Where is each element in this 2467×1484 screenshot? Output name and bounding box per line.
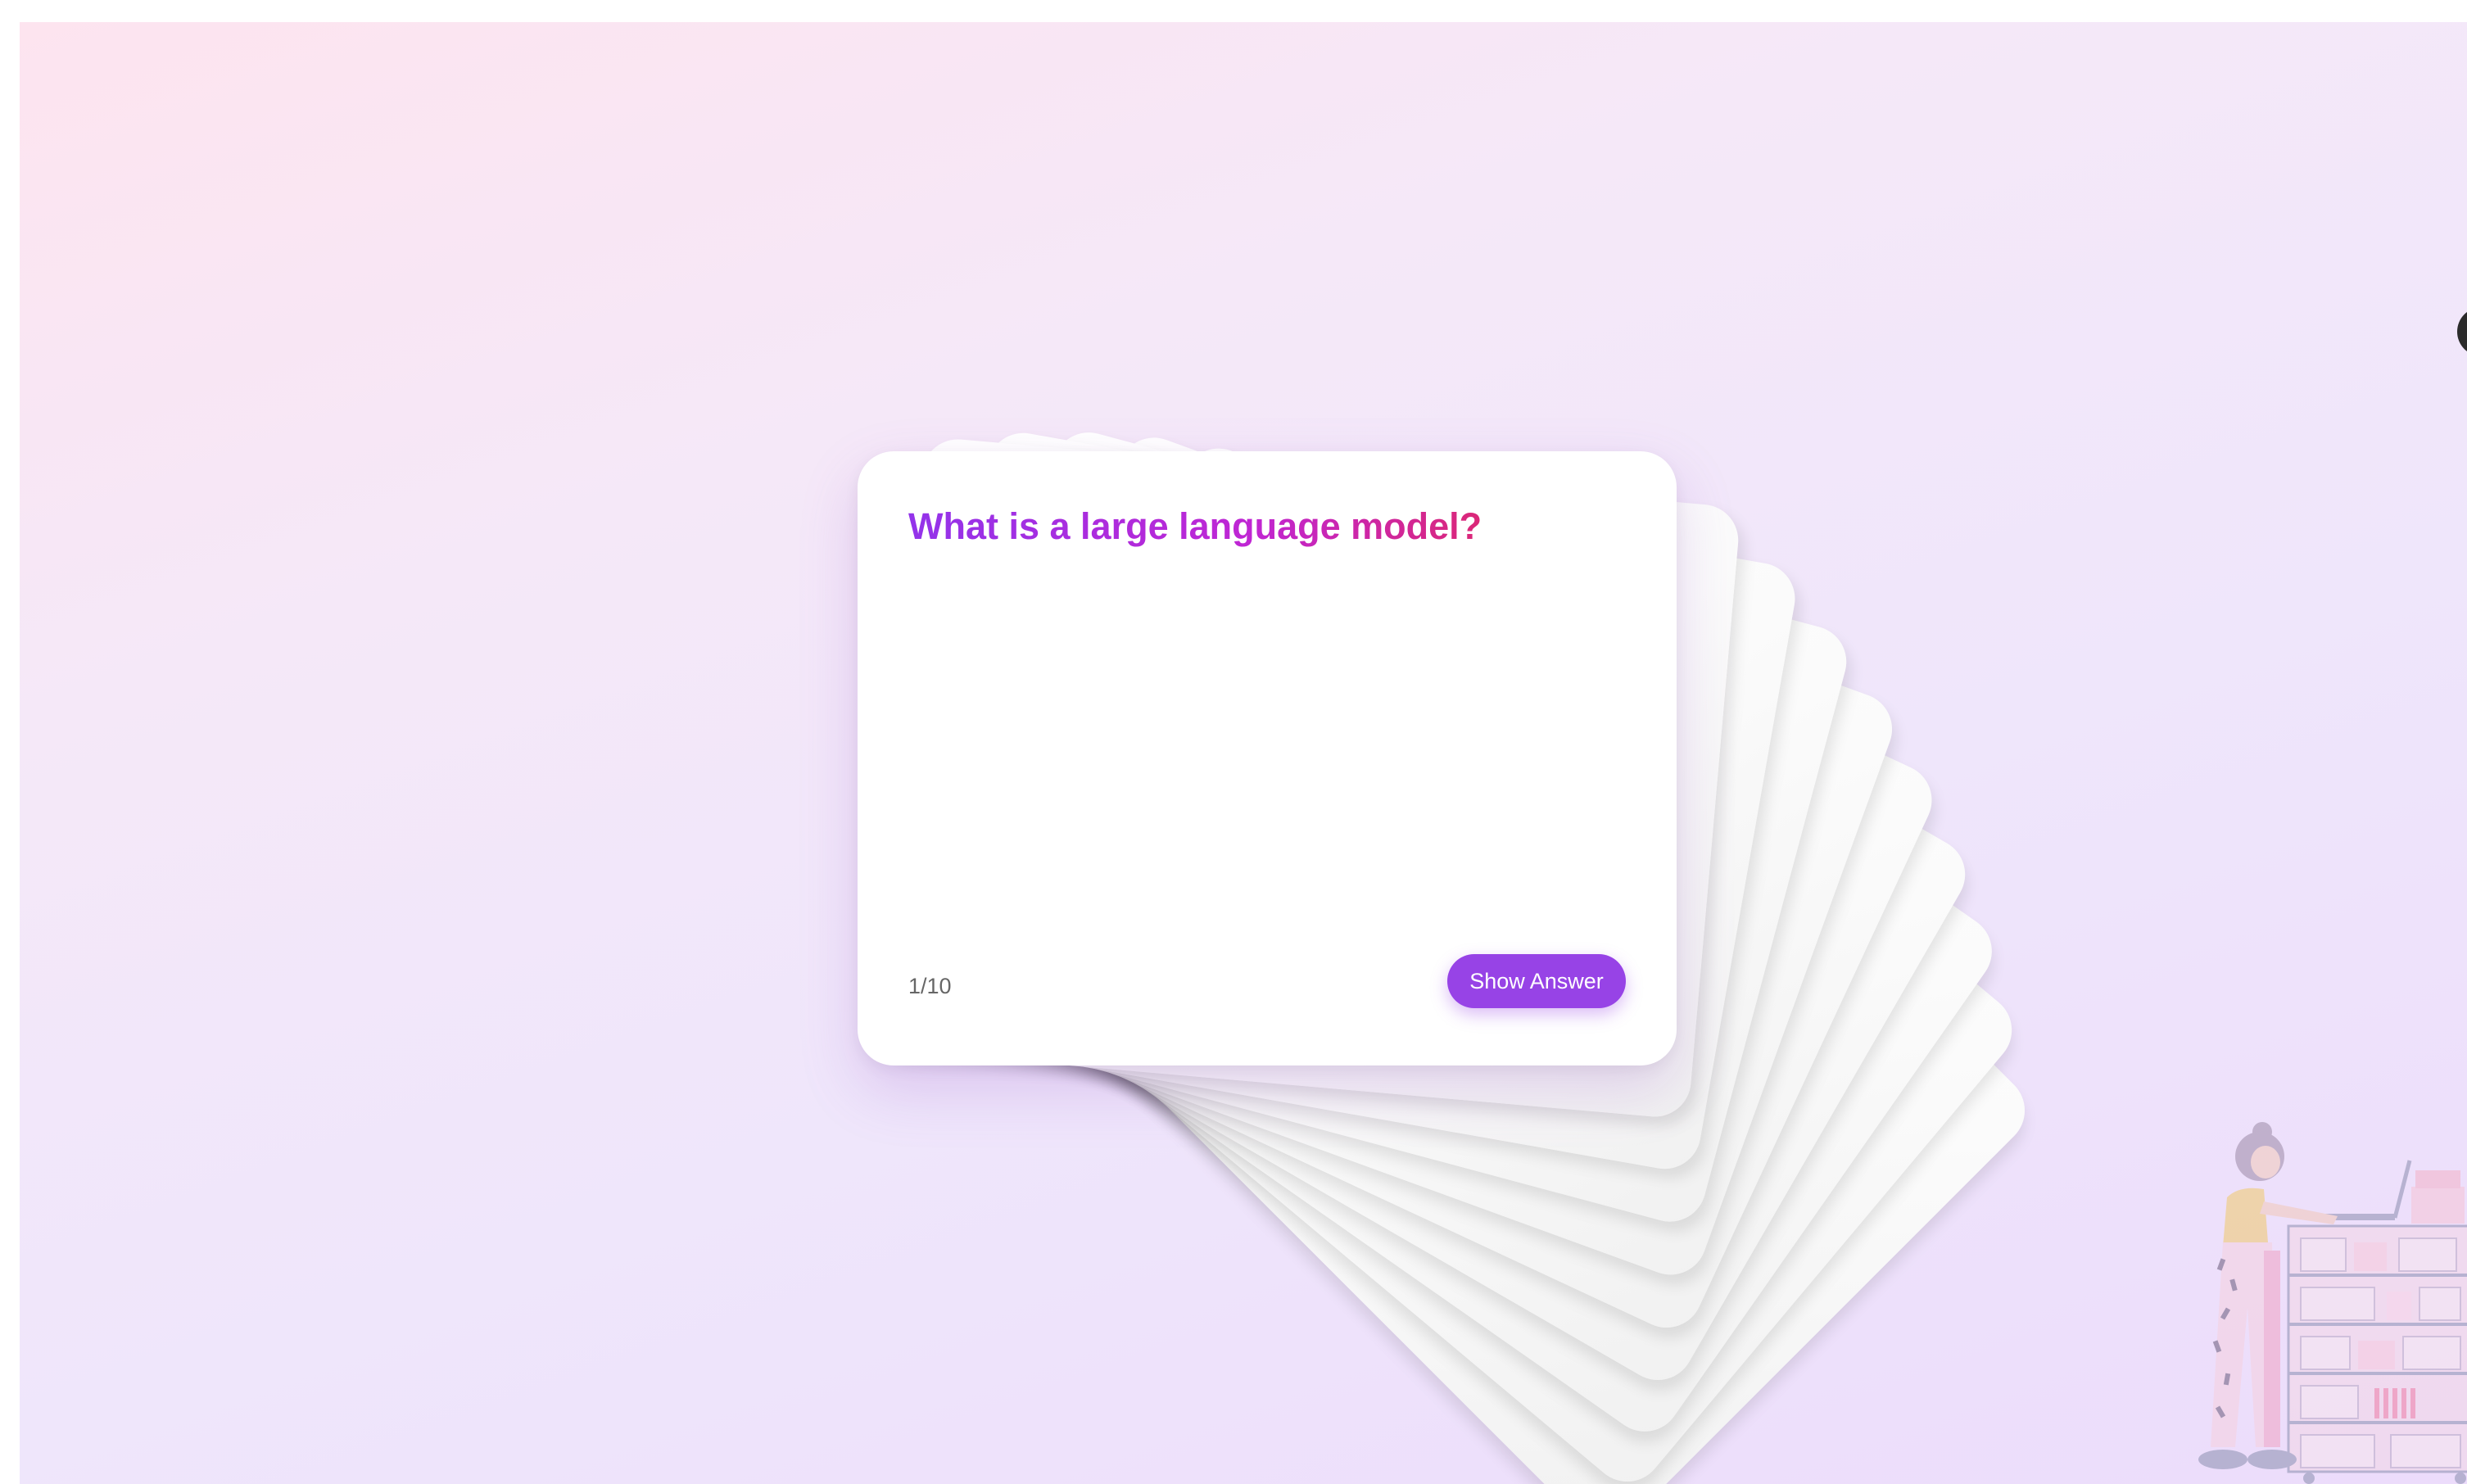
card-counter: 1/10 [908, 974, 952, 998]
flashcard-stack: What is a large language model? 1/10 Sho… [858, 424, 2040, 1484]
flashcard[interactable]: What is a large language model? 1/10 Sho… [858, 451, 1677, 1065]
app-viewport: What is a large language model? 1/10 Sho… [20, 22, 2467, 1484]
woman-at-laptop-illustration [2198, 1122, 2467, 1484]
show-answer-button[interactable]: Show Answer [1447, 954, 1626, 1008]
edge-handle-icon[interactable] [2457, 307, 2467, 356]
flashcard-question: What is a large language model? [908, 502, 1482, 551]
